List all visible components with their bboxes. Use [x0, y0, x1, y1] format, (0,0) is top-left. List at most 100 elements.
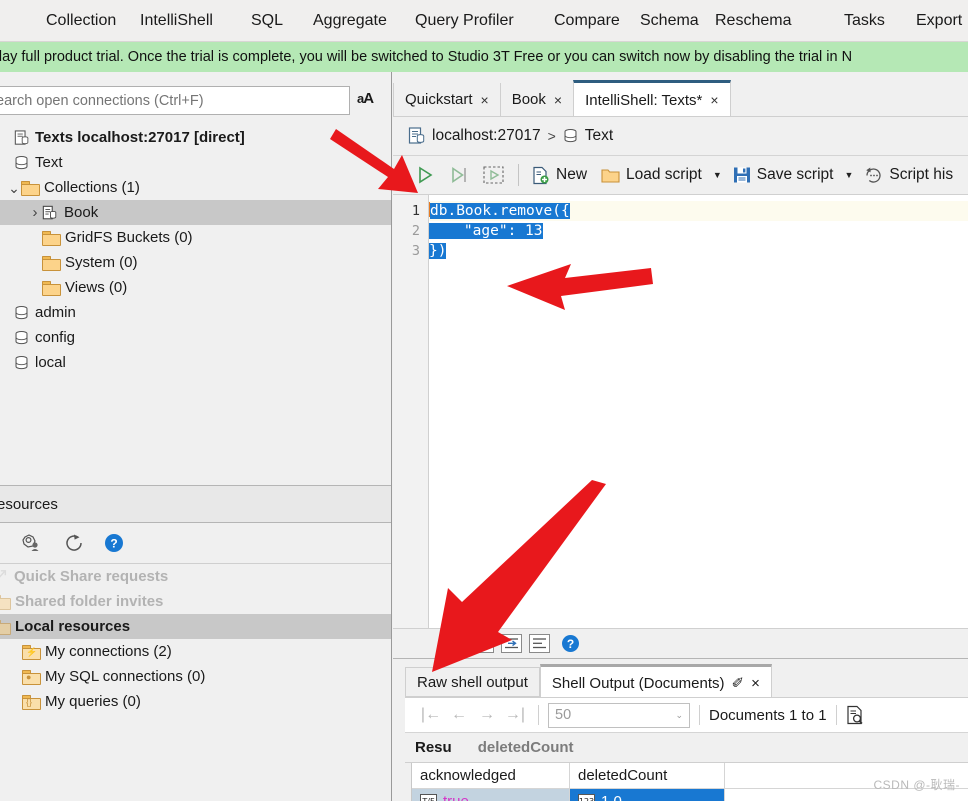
code-area[interactable]: db.Book.remove({ "age": 13}) [429, 195, 968, 628]
grid-header-deletedcount: deletedCount [477, 739, 574, 756]
menu-item-aggregate[interactable]: Aggregate [313, 12, 387, 30]
svg-text:?: ? [567, 637, 574, 651]
query-document-icon[interactable] [846, 705, 865, 725]
resource-item-shared-folder-invites[interactable]: Shared folder invites [0, 589, 391, 614]
column-header-deletedcount[interactable]: deletedCount [570, 763, 725, 788]
tree-item-text[interactable]: Text [0, 150, 391, 175]
run-selection-button[interactable] [476, 160, 512, 190]
menu-item-compare[interactable]: Compare [554, 12, 620, 30]
column-header-acknowledged[interactable]: acknowledged [412, 763, 570, 788]
menu-item-intellishell[interactable]: IntelliShell [140, 12, 213, 30]
collection-icon [42, 205, 58, 221]
manage-users-icon[interactable] [22, 533, 44, 553]
code-line-text: "age": 13 [429, 223, 543, 239]
tree-item-gridfs-buckets-0[interactable]: GridFS Buckets (0) [0, 225, 391, 250]
tree-item-local[interactable]: local [0, 350, 391, 375]
load-script-dropdown-icon[interactable]: ▼ [709, 170, 726, 180]
align-lines-icon[interactable] [473, 634, 494, 653]
menu-item-tasks[interactable]: Tasks [844, 12, 885, 30]
resource-item-label: My queries (0) [45, 693, 141, 710]
help-icon[interactable]: ? [104, 533, 124, 553]
tree-item-label: config [35, 329, 76, 346]
load-script-button[interactable]: Load script [594, 160, 709, 190]
first-page-button[interactable]: |← [417, 706, 445, 724]
indent-icon[interactable] [501, 634, 522, 653]
line-number: 2 [411, 223, 420, 239]
table-cell[interactable]: 123 1.0 [570, 789, 725, 801]
search-input[interactable] [0, 86, 350, 115]
database-icon [14, 305, 29, 321]
line-number-gutter: 1 2 3 [393, 195, 429, 628]
tree-item-label: Texts localhost:27017 [direct] [35, 129, 245, 146]
tree-item-book[interactable]: › Book [0, 200, 391, 225]
tree-item-label: Collections (1) [44, 179, 140, 196]
folder-sql-icon: ● [22, 670, 41, 685]
code-editor[interactable]: 1 2 3 db.Book.remove({ "age": 13}) [393, 194, 968, 628]
tree-item-label: admin [35, 304, 76, 321]
menu-item-reschema[interactable]: Reschema [715, 12, 791, 30]
run-script-button[interactable] [408, 160, 442, 190]
refresh-icon[interactable] [63, 533, 85, 553]
chevron-down-icon[interactable]: ⌄ [7, 181, 21, 195]
editor-toolbar: New Load script ▼ Save script ▼ Script h… [393, 156, 968, 194]
trial-banner-text: day full product trial. Once the trial i… [0, 49, 853, 65]
menu-item-schema[interactable]: Schema [640, 12, 699, 30]
breadcrumb-database[interactable]: Text [585, 127, 613, 145]
server-icon [408, 127, 425, 145]
save-script-dropdown-icon[interactable]: ▼ [840, 170, 857, 180]
resource-item-local-resources[interactable]: Local resources [0, 614, 391, 639]
outdent-icon[interactable] [529, 634, 550, 653]
pin-icon[interactable]: ✐ [731, 674, 744, 692]
tree-item-config[interactable]: config [0, 325, 391, 350]
help-icon[interactable]: ? [561, 634, 580, 653]
tree-item-views-0[interactable]: Views (0) [0, 275, 391, 300]
menu-item-sql[interactable]: SQL [251, 12, 283, 30]
tree-item-collections-1[interactable]: ⌄ Collections (1) [0, 175, 391, 200]
page-size-select[interactable]: 50 ⌄ [548, 702, 690, 728]
editor-tab-book[interactable]: Book × [499, 83, 574, 116]
save-script-button[interactable]: Save script [726, 160, 841, 190]
menu-item-query-profiler[interactable]: Query Profiler [415, 12, 514, 30]
folder-icon [0, 595, 11, 610]
intellishell-pane: localhost:27017 > Text New Load script ▼… [393, 116, 968, 801]
watermark: CSDN @-耿瑞- [873, 778, 960, 792]
resource-item-my-queries-0[interactable]: {} My queries (0) [0, 689, 391, 714]
run-to-cursor-button[interactable] [442, 160, 476, 190]
match-case-toggle[interactable]: aA [357, 90, 374, 107]
resource-item-quick-share-requests[interactable]: Quick Share requests [0, 564, 391, 589]
results-tab-label: Shell Output (Documents) [551, 674, 725, 692]
script-history-button[interactable]: Script his [857, 160, 960, 190]
results-tab-raw-shell-output[interactable]: Raw shell output [405, 667, 540, 697]
results-grid-header: Resu deletedCount [405, 733, 968, 763]
close-icon[interactable]: × [554, 92, 562, 108]
last-page-button[interactable]: →| [501, 706, 529, 724]
editor-tab-quickstart[interactable]: Quickstart × [393, 83, 500, 116]
menu-item-export[interactable]: Export [916, 12, 962, 30]
results-tab-shell-output-documents[interactable]: Shell Output (Documents) ✐ × [539, 664, 772, 697]
tree-item-system-0[interactable]: System (0) [0, 250, 391, 275]
resource-item-my-sql-connections-0[interactable]: ● My SQL connections (0) [0, 664, 391, 689]
table-cell[interactable]: T/F true [412, 789, 570, 801]
chevron-right-icon[interactable]: › [28, 204, 42, 221]
resource-item-my-connections-2[interactable]: ⚡ My connections (2) [0, 639, 391, 664]
tree-item-texts-localhost-27017-direct[interactable]: Texts localhost:27017 [direct] [0, 125, 391, 150]
format-code-icon[interactable] [445, 634, 466, 653]
breadcrumb-server[interactable]: localhost:27017 [432, 127, 541, 145]
code-line[interactable]: }) [429, 241, 968, 261]
editor-tab-intellishell-texts[interactable]: IntelliShell: Texts* × [573, 80, 731, 116]
close-icon[interactable]: × [481, 92, 489, 108]
toolbar-separator [518, 164, 519, 186]
results-pager: |← ← → →| 50 ⌄ Documents 1 to 1 [405, 697, 968, 732]
code-line[interactable]: "age": 13 [429, 221, 968, 241]
close-icon[interactable]: × [710, 92, 718, 108]
new-script-button[interactable]: New [525, 160, 594, 190]
menu-item-collection[interactable]: Collection [46, 12, 116, 30]
code-line[interactable]: db.Book.remove({ [429, 201, 968, 221]
next-page-button[interactable]: → [473, 706, 501, 724]
close-icon[interactable]: × [751, 675, 760, 692]
tree-item-label: System (0) [65, 254, 138, 271]
breadcrumb: localhost:27017 > Text [393, 117, 968, 156]
prev-page-button[interactable]: ← [445, 706, 473, 724]
share-icon [0, 569, 8, 585]
tree-item-admin[interactable]: admin [0, 300, 391, 325]
